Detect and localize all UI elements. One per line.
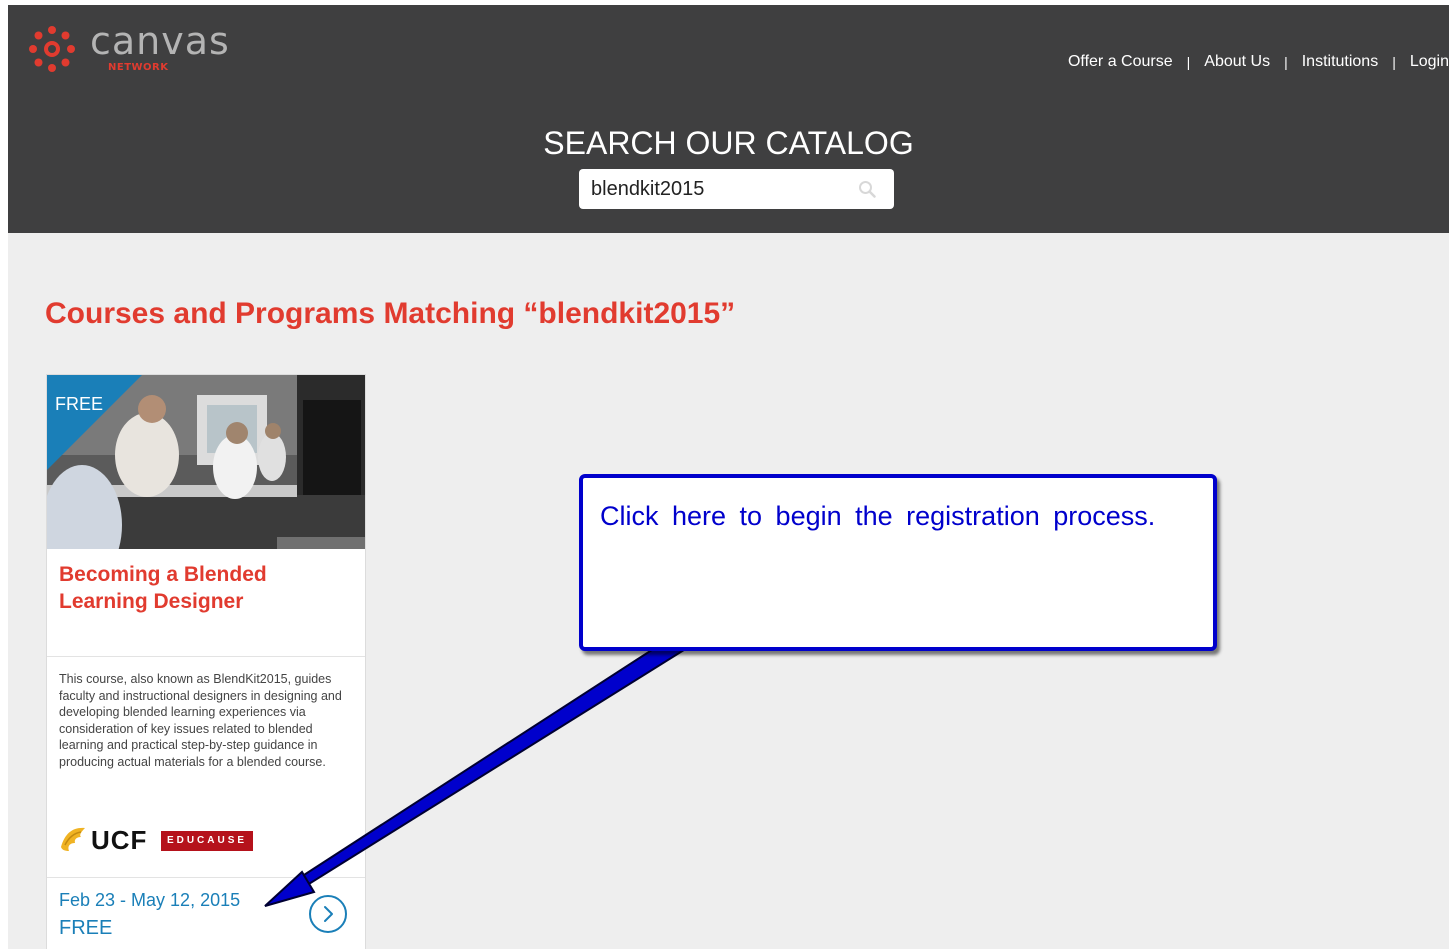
nav-separator: |	[1186, 54, 1191, 70]
ucf-logo-text: UCF	[91, 825, 148, 855]
divider	[47, 877, 365, 878]
chevron-right-icon	[324, 906, 333, 922]
course-title[interactable]: Becoming a Blended Learning Designer	[59, 561, 309, 615]
logo-subtitle: NETWORK	[108, 62, 169, 73]
nav-institutions[interactable]: Institutions	[1302, 53, 1378, 71]
free-badge: FREE	[55, 394, 104, 414]
top-nav: Offer a Course | About Us | Institutions…	[1068, 50, 1449, 74]
search-catalog-title: SEARCH OUR CATALOG	[543, 125, 914, 161]
free-ribbon	[47, 375, 142, 470]
educause-logo: EDUCAUSE	[161, 831, 253, 851]
canvas-logo-icon	[29, 26, 75, 72]
partner-logos: UCF EDUCAUSE	[59, 821, 359, 861]
results-heading: Courses and Programs Matching “blendkit2…	[45, 297, 736, 330]
course-open-button[interactable]	[309, 895, 347, 933]
divider	[47, 656, 365, 657]
callout-text: Click here to begin the registration pro…	[600, 501, 1156, 531]
course-description: This course, also known as BlendKit2015,…	[59, 672, 342, 769]
registration-callout: Click here to begin the registration pro…	[579, 474, 1217, 651]
course-image[interactable]: FREE	[47, 375, 365, 549]
nav-separator: |	[1284, 54, 1288, 70]
search-box	[579, 169, 894, 209]
nav-offer-a-course[interactable]: Offer a Course	[1068, 53, 1173, 71]
course-card[interactable]: FREE Becoming a Blended Learning Designe…	[46, 374, 366, 949]
logo-wordmark: canvas	[90, 19, 230, 63]
course-dates: Feb 23 - May 12, 2015	[59, 890, 241, 910]
search-icon[interactable]	[858, 180, 876, 198]
nav-login[interactable]: Login	[1410, 53, 1449, 71]
course-price: FREE	[59, 917, 113, 939]
nav-separator: |	[1392, 54, 1396, 70]
nav-about-us[interactable]: About Us	[1204, 53, 1270, 71]
ucf-pegasus-icon	[61, 827, 85, 851]
canvas-network-logo[interactable]: canvas NETWORK	[28, 19, 248, 79]
search-input[interactable]	[591, 169, 851, 209]
